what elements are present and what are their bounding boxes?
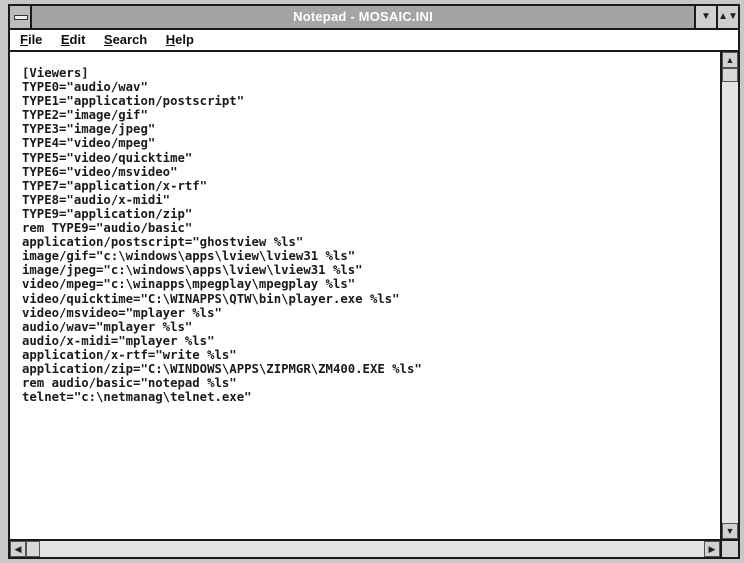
menu-edit-rest: dit <box>69 32 86 47</box>
menu-file-rest: ile <box>27 32 43 47</box>
editor-line: TYPE9="application/zip" <box>22 206 193 221</box>
scroll-right-icon: ▶ <box>708 544 716 554</box>
editor-line: audio/x-midi="mplayer %ls" <box>22 333 215 348</box>
editor-line: TYPE5="video/quicktime" <box>22 150 193 165</box>
menu-help-rest: elp <box>175 32 194 47</box>
editor-text[interactable]: [Viewers] TYPE0="audio/wav" TYPE1="applica… <box>10 52 720 404</box>
editor-line: rem audio/basic="notepad %ls" <box>22 376 237 391</box>
editor-line: TYPE3="image/jpeg" <box>22 122 156 137</box>
menu-search[interactable]: Search <box>104 30 147 50</box>
editor-line: image/gif="c:\windows\apps\lview\lview31… <box>22 249 356 264</box>
notepad-window: Notepad - MOSAIC.INI ▼ ▲▼ File Edit Sear… <box>8 4 740 559</box>
editor-line: telnet="c:\netmanag\telnet.exe" <box>22 390 252 405</box>
menu-file[interactable]: File <box>20 30 42 50</box>
horizontal-scroll-thumb[interactable] <box>26 541 40 557</box>
editor-line: TYPE1="application/postscript" <box>22 94 245 109</box>
scroll-down-icon: ▼ <box>725 526 735 536</box>
scroll-up-icon: ▲ <box>725 55 735 65</box>
menu-file-mnemonic: F <box>20 32 28 47</box>
menu-search-mnemonic: S <box>103 32 113 47</box>
scroll-down-button[interactable]: ▼ <box>722 523 738 539</box>
menu-help[interactable]: Help <box>166 30 194 50</box>
vertical-scrollbar[interactable]: ▲ ▼ <box>720 52 738 539</box>
editor-line: application/zip="C:\WINDOWS\APPS\ZIPMGR\… <box>22 361 422 376</box>
editor-line: video/msvideo="mplayer %ls" <box>22 305 222 320</box>
system-menu-bar <box>14 15 28 20</box>
maximize-icon: ▲▼ <box>718 11 738 22</box>
editor-line: video/quicktime="C:\WINAPPS\QTW\bin\play… <box>22 291 400 306</box>
menu-edit-mnemonic: E <box>60 32 70 47</box>
editor-line: audio/wav="mplayer %ls" <box>22 319 193 334</box>
editor-line: TYPE4="video/mpeg" <box>22 136 156 151</box>
editor-line: application/postscript="ghostview %ls" <box>22 235 304 250</box>
scroll-up-button[interactable]: ▲ <box>722 52 738 68</box>
editor-line: application/x-rtf="write %ls" <box>22 347 237 362</box>
horizontal-scrollbar[interactable]: ◀ ▶ <box>10 539 720 557</box>
minimize-button[interactable]: ▼ <box>694 6 716 28</box>
editor-line: rem TYPE9="audio/basic" <box>22 221 193 236</box>
editor-line: [Viewers] <box>22 66 89 80</box>
editor-line: TYPE2="image/gif" <box>22 108 148 123</box>
scroll-left-icon: ◀ <box>14 544 22 554</box>
vertical-scroll-thumb[interactable] <box>722 68 738 82</box>
title-bar[interactable]: Notepad - MOSAIC.INI ▼ ▲▼ <box>10 6 738 30</box>
system-menu-icon[interactable] <box>10 6 32 28</box>
editor-line: TYPE0="audio/wav" <box>22 80 148 95</box>
menu-bar: File Edit Search Help <box>10 30 738 52</box>
scroll-right-button[interactable]: ▶ <box>704 541 720 557</box>
text-area[interactable]: [Viewers] TYPE0="audio/wav" TYPE1="applica… <box>10 52 720 539</box>
scroll-left-button[interactable]: ◀ <box>10 541 26 557</box>
editor-line: TYPE8="audio/x-midi" <box>22 192 171 207</box>
editor-line: TYPE6="video/msvideo" <box>22 164 178 179</box>
editor-line: image/jpeg="c:\windows\apps\lview\lview3… <box>22 263 363 278</box>
editor-line: video/mpeg="c:\winapps\mpegplay\mpegplay… <box>22 277 356 292</box>
maximize-button[interactable]: ▲▼ <box>716 6 738 28</box>
size-grip <box>720 539 738 557</box>
minimize-icon: ▼ <box>701 11 711 22</box>
menu-search-rest: earch <box>112 32 148 47</box>
editor-line: TYPE7="application/x-rtf" <box>22 178 208 193</box>
menu-edit[interactable]: Edit <box>61 30 86 50</box>
window-title: Notepad - MOSAIC.INI <box>293 9 433 24</box>
menu-help-mnemonic: H <box>165 32 176 47</box>
